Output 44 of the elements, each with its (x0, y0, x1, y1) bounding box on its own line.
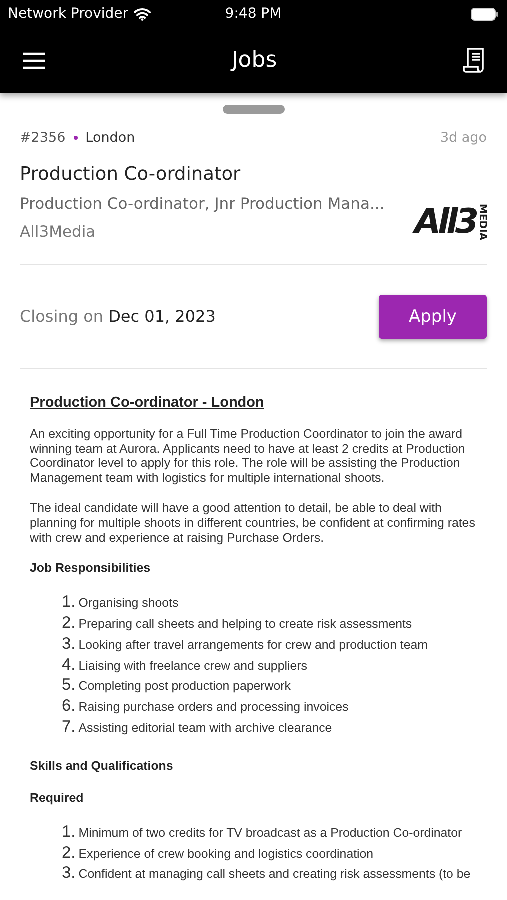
list-number: 3. (62, 634, 76, 654)
list-number: 2. (62, 844, 76, 863)
section-heading: Required (30, 790, 85, 805)
closing-date: Closing on Dec 01, 2023 (20, 307, 216, 326)
description-paragraph: The ideal candidate will have a good attention to detail, be able to deal with planning for multiple shoots in different countries, be confident at confirming rates with crew and experience at raising Purchase Orders. (30, 501, 476, 546)
wifi-icon (134, 8, 151, 20)
list-number: 7. (62, 718, 76, 737)
drag-handle[interactable] (222, 105, 284, 114)
list-number: 4. (62, 656, 76, 675)
menu-icon[interactable] (22, 52, 46, 70)
description-heading: Production Co-ordinator - London (30, 395, 266, 411)
carrier-name: Network Provider (8, 6, 129, 22)
job-number: #2356 (20, 130, 66, 146)
posted-time: 3d ago (440, 130, 487, 146)
list-item: Organising shoots (78, 596, 179, 610)
list-item: Preparing call sheets and helping to create risk assessments (78, 616, 412, 631)
list-number: 2. (62, 614, 76, 633)
battery-icon (471, 8, 499, 20)
document-icon[interactable] (463, 48, 485, 74)
list-item: Looking after travel arrangements for crew and production team (78, 638, 428, 652)
job-location: London (86, 130, 136, 146)
list-number: 6. (62, 697, 76, 716)
section-heading: Skills and Qualifications (30, 758, 174, 773)
list-item: Confident at managing call sheets and creating risk assessments (to be (78, 867, 471, 882)
list-item: Raising purchase orders and processing invoices (78, 700, 349, 714)
list-number: 5. (62, 676, 76, 696)
list-item: Assisting editorial team with archive clearance (78, 720, 332, 735)
status-time: 9:48 PM (225, 6, 282, 22)
list-number: 1. (62, 822, 76, 842)
list-item: Experience of crew booking and logistics coordination (78, 846, 374, 861)
section-heading: Job Responsibilities (30, 561, 152, 576)
page-title: Jobs (232, 48, 278, 73)
list-item: Liaising with freelance crew and suppliers (78, 658, 308, 673)
company-name: All3Media (20, 223, 97, 241)
list-item: Minimum of two credits for TV broadcast as a Production Co-ordinator (78, 826, 462, 840)
separator-dot (74, 136, 78, 140)
list-item: Completing post production paperwork (78, 679, 291, 694)
job-roles: Production Co-ordinator, Jnr Production Mana... (20, 195, 385, 213)
job-title: Production Co-ordinator (20, 164, 242, 185)
list-number: 3. (62, 864, 76, 884)
apply-button[interactable]: Apply (379, 294, 487, 338)
company-logo: All3 MEDIA (414, 202, 487, 242)
list-number: 1. (62, 593, 76, 612)
description-paragraph: An exciting opportunity for a Full Time Production Coordinator to join the award winning team at Aurora. Applicants need to have at least 2 credits at Production Coordinator level to apply for this role. The role will be assisting the Production Management team with logistics for multiple international shoots. (30, 427, 466, 486)
